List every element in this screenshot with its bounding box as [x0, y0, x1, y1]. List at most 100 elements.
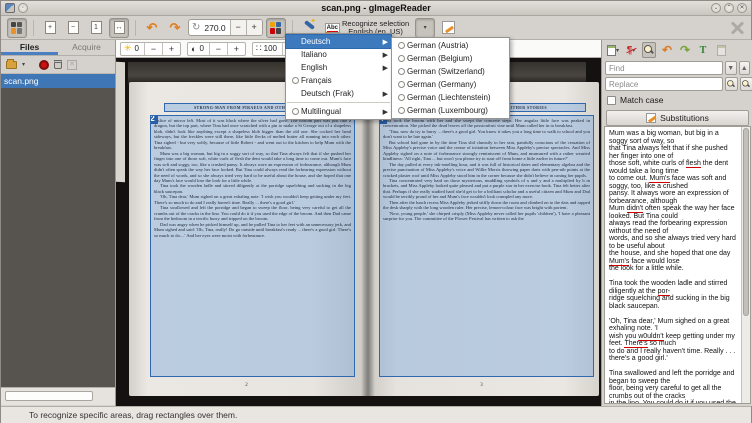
save-output-button[interactable]: ▾ [606, 42, 620, 58]
book-paragraph: a slice of mirror left. Most of it was b… [154, 118, 351, 151]
maximize-button[interactable]: ⌃ [724, 3, 734, 13]
delete-icon[interactable] [54, 60, 62, 69]
rotation-spinbox[interactable]: ↻ 270.0 − + [188, 19, 263, 36]
submenu-arrow-icon: ▶ [381, 64, 388, 72]
recognize-language-dropdown-button[interactable]: ▾ [415, 18, 435, 38]
menu-item-german-germany-[interactable]: German (Germany) [392, 78, 509, 91]
contrast-increase-button[interactable]: + [227, 43, 245, 55]
match-case-checkbox[interactable] [607, 96, 616, 105]
show-sources-button[interactable] [7, 18, 27, 38]
replace-button[interactable] [725, 77, 738, 91]
files-hscrollbar[interactable] [1, 387, 115, 405]
ocr-region-left[interactable]: 2 a slice of mirror left. Most of it was… [151, 116, 354, 376]
find-previous-button[interactable]: ▲ [739, 61, 751, 75]
zoom-original-button[interactable]: 1 [86, 18, 106, 38]
replace-row [602, 76, 752, 92]
menu-item-german-austria-[interactable]: German (Austria) [392, 39, 509, 52]
rotate-left-icon: ↶ [147, 21, 158, 34]
zoom-original-icon: 1 [91, 21, 102, 34]
book-paragraph: Mum was a big woman, but big in a soggy … [154, 151, 351, 184]
page-number-left: 2 [129, 383, 364, 388]
match-case-row: Match case [602, 92, 752, 108]
image-controls-icon [270, 22, 282, 34]
language-menu: Deutsch▶Italiano▶English▶FrançaisDeutsch… [285, 33, 392, 120]
brightness-increase-button[interactable]: + [162, 43, 180, 55]
file-list-item[interactable]: scan.png [1, 74, 115, 88]
title-bar[interactable]: ◦ scan.png - gImageReader ⌄ ⌃ ✕ [1, 1, 751, 16]
zoom-in-button[interactable]: + [40, 18, 60, 38]
output-scrollbar-thumb[interactable] [743, 128, 749, 316]
left-page-text: a slice of mirror left. Most of it was b… [154, 118, 351, 238]
book-page-right: STRONG-MAN FROM PIRAEUS AND OTHER STORIE… [364, 82, 599, 396]
image-controls-toggle-button[interactable] [266, 18, 286, 38]
redo-button[interactable]: ↷ [678, 42, 692, 58]
undo-button[interactable]: ↶ [660, 42, 674, 58]
find-next-button[interactable]: ▼ [725, 61, 737, 75]
contrast-icon: ◐ [188, 44, 199, 54]
contrast-decrease-button[interactable]: − [209, 43, 227, 55]
strip-linebreaks-icon: ¶ [627, 45, 633, 56]
menu-item-fran-ais[interactable]: Français [286, 74, 391, 87]
book-paragraph: Then after the lunch recess Miss Appleby… [383, 200, 590, 211]
close-button[interactable]: ✕ [737, 3, 747, 13]
filter-characters-button[interactable]: T [696, 42, 710, 58]
window-menu-button[interactable]: ◦ [18, 3, 28, 13]
rotate-right-button[interactable]: ↷ [165, 18, 185, 38]
rotation-increase-button[interactable]: + [246, 20, 262, 35]
right-page-text: Tina took the broom with her and she swe… [383, 118, 590, 222]
replace-input[interactable] [605, 77, 723, 91]
clear-output-button[interactable] [714, 42, 728, 58]
page-number-right: 3 [364, 383, 599, 388]
replace-all-button[interactable] [740, 77, 752, 91]
menu-item-german-switzerland-[interactable]: German (Switzerland) [392, 65, 509, 78]
strip-linebreaks-button[interactable]: ¶▾ [624, 42, 638, 58]
minimize-button[interactable]: ⌄ [711, 3, 721, 13]
open-dropdown-icon[interactable]: ▾ [22, 61, 25, 68]
menu-item-english[interactable]: English▶ [286, 61, 391, 74]
find-replace-toggle-button[interactable] [642, 42, 656, 58]
menu-item-deutsch[interactable]: Deutsch▶ [286, 35, 391, 48]
ocr-paragraph: Tina took the wooden ladle and stirred d… [609, 280, 739, 310]
ocr-paragraph: Tina swallowed and left the porridge and… [609, 370, 739, 403]
menu-item-german-belgium-[interactable]: German (Belgium) [392, 52, 509, 65]
files-hscrollbar-thumb[interactable] [5, 391, 93, 401]
find-input[interactable] [605, 61, 723, 75]
toolbar-separator [33, 20, 34, 36]
clear-document-icon [717, 45, 726, 56]
zoom-fit-button[interactable]: ↔ [109, 18, 129, 38]
ocr-region-right[interactable]: 4 Tina took the broom with her and she s… [380, 116, 593, 376]
screenshot-icon[interactable] [39, 60, 49, 70]
paper-edge [116, 62, 125, 182]
chevron-down-icon: ▾ [616, 47, 619, 54]
menu-item-italiano[interactable]: Italiano▶ [286, 48, 391, 61]
output-scrollbar[interactable] [741, 127, 750, 403]
contrast-control[interactable]: ◐ 0 − + [187, 42, 246, 56]
brightness-decrease-button[interactable]: − [144, 43, 162, 55]
files-toolbar: ▾ ✕ [1, 56, 115, 74]
file-list: scan.png [1, 74, 115, 387]
rotate-left-button[interactable]: ↶ [142, 18, 162, 38]
resolution-value: 100 [264, 44, 282, 53]
toggle-output-pane-button[interactable] [438, 18, 458, 38]
output-text-area[interactable]: Mum was a big woman, but big in a soggy … [605, 127, 741, 403]
menu-item-label: Deutsch [301, 37, 381, 46]
menu-item-german-luxembourg-[interactable]: German (Luxembourg) [392, 104, 509, 117]
menu-item-german-liechtenstein-[interactable]: German (Liechtenstein) [392, 91, 509, 104]
tab-files[interactable]: Files [1, 40, 58, 55]
rotation-decrease-button[interactable]: − [230, 20, 246, 35]
brightness-control[interactable]: ✳ 0 − + [120, 42, 181, 56]
tab-acquire[interactable]: Acquire [58, 40, 115, 55]
settings-icon[interactable] [729, 20, 745, 36]
substitutions-button[interactable]: Substitutions [606, 110, 749, 126]
book-paragraph: The day pulled at every ink-smelling hou… [383, 162, 590, 178]
menu-item-label: German (Belgium) [407, 54, 506, 63]
clear-icon[interactable]: ✕ [67, 60, 77, 70]
filter-characters-icon: T [700, 45, 707, 56]
menu-item-deutsch-frak-[interactable]: Deutsch (Frak)▶ [286, 87, 391, 100]
book-paragraph: Tina took the wooden ladle and stirred d… [154, 183, 351, 194]
book-paragraph: Dad was angry when he picked himself up,… [154, 222, 351, 238]
zoom-out-button[interactable]: − [63, 18, 83, 38]
open-folder-icon[interactable] [6, 61, 17, 69]
menu-item-label: Français [301, 76, 388, 85]
menu-item-multilingual[interactable]: Multilingual▶ [286, 105, 391, 118]
